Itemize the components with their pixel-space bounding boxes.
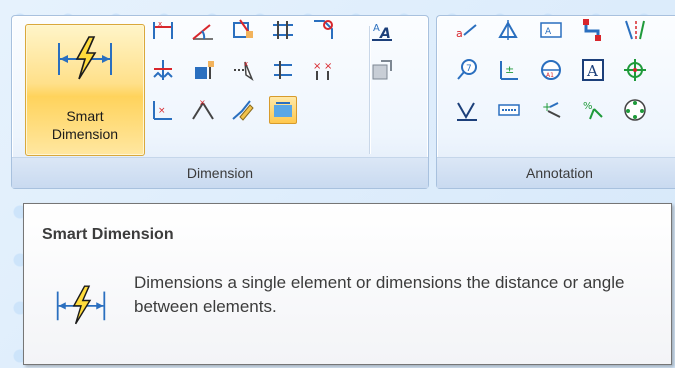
svg-text:A: A — [545, 27, 552, 37]
center-mark-icon — [624, 59, 646, 81]
svg-text:%: % — [583, 101, 593, 112]
chamfer-dimension-button[interactable] — [303, 10, 343, 50]
weld-symbol-icon — [583, 19, 601, 41]
symmetric-diameter-icon — [153, 60, 173, 80]
surface-texture-button[interactable]: A1 — [530, 50, 572, 90]
group-label-dimension: Dimension — [12, 157, 428, 188]
format-text-button[interactable] — [303, 90, 343, 130]
leader-button[interactable]: a — [446, 10, 488, 50]
symmetric-diameter-button[interactable] — [143, 50, 183, 90]
distance-between-button[interactable]: x — [143, 10, 183, 50]
weld-symbol-button[interactable] — [572, 10, 614, 50]
edge-condition-button[interactable] — [446, 90, 488, 130]
svg-text:A: A — [586, 62, 598, 80]
svg-text:7: 7 — [466, 64, 472, 74]
tooltip-title: Smart Dimension — [42, 226, 174, 243]
stack-dimension-button[interactable] — [263, 10, 303, 50]
retrieve-dimensions-button[interactable] — [362, 50, 402, 90]
balloon-icon: 7 — [457, 59, 477, 80]
dimension-style-button[interactable] — [263, 90, 303, 130]
svg-text:×: × — [199, 98, 206, 107]
angle-button[interactable]: × — [183, 90, 223, 130]
datum-target-icon: ± — [500, 61, 518, 80]
smart-dimension-icon — [58, 36, 112, 80]
angular-coordinate-icon: × — [153, 101, 172, 120]
chamfer-dimension-icon — [314, 20, 333, 39]
svg-text:×: × — [158, 106, 166, 116]
surface-texture-icon: A1 — [541, 60, 561, 80]
svg-text:a: a — [456, 27, 463, 40]
bolt-hole-icon: % — [583, 101, 603, 120]
ordinate-icon: × × — [313, 61, 332, 80]
datum-frame-icon — [498, 20, 518, 40]
text-box-button[interactable]: A — [572, 50, 614, 90]
leader-icon: a — [456, 24, 477, 40]
ordinate-button[interactable]: × × — [303, 50, 343, 90]
svg-text:x: x — [158, 20, 162, 28]
dimension-axis-icon — [274, 61, 292, 79]
svg-text:x: x — [244, 60, 248, 68]
dimension-style-icon — [269, 96, 297, 124]
smart-dimension-label: Smart Dimension — [51, 108, 119, 142]
format-text-icon — [310, 97, 336, 123]
angle-between-icon — [192, 24, 213, 40]
auto-dimension-button[interactable] — [183, 50, 223, 90]
angle-between-button[interactable] — [183, 10, 223, 50]
connector-icon: + — [542, 100, 561, 118]
centerline-icon — [625, 20, 645, 40]
svg-text:×: × — [313, 61, 321, 72]
svg-text:A: A — [373, 23, 380, 34]
feature-control-frame-button[interactable]: A — [530, 10, 572, 50]
svg-text:×: × — [324, 61, 332, 72]
connector-button[interactable]: + — [530, 90, 572, 130]
text-box-icon: A — [582, 59, 604, 81]
dimension-axis-button[interactable] — [263, 50, 303, 90]
svg-text:A1: A1 — [546, 72, 554, 79]
angular-coordinate-button[interactable]: × — [143, 90, 183, 130]
smart-dimension-tooltip: Smart Dimension Dimensions a single elem… — [23, 203, 672, 365]
callout-button[interactable] — [488, 90, 530, 130]
dimension-tools-grid: x x × × × × — [143, 10, 343, 130]
datum-target-button[interactable]: ± — [488, 50, 530, 90]
tooltip-description: Dimensions a single element or dimension… — [134, 273, 625, 316]
smart-dimension-button[interactable]: Smart Dimension — [25, 24, 145, 156]
auto-dimension-icon — [195, 61, 214, 79]
dimension-extra-tools: AA — [362, 10, 402, 90]
copy-attributes-icon — [232, 100, 254, 121]
smart-dimension-icon — [56, 285, 106, 325]
bolt-circle-icon — [624, 99, 646, 121]
retrieve-dimensions-icon — [372, 60, 392, 80]
coordinate-dimension-icon — [233, 19, 253, 38]
edge-condition-icon — [457, 102, 477, 121]
annotation-tools-grid: a A 7 ± A1 A + % — [446, 10, 656, 130]
copy-attributes-button[interactable] — [223, 90, 263, 130]
distance-between-icon: x — [153, 20, 173, 39]
coordinate-dimension-button[interactable] — [223, 10, 263, 50]
svg-text:±: ± — [505, 63, 514, 76]
center-mark-button[interactable] — [614, 50, 656, 90]
attach-dimension-button[interactable]: x — [223, 50, 263, 90]
text-style-button[interactable]: AA — [362, 10, 402, 50]
balloon-button[interactable]: 7 — [446, 50, 488, 90]
attach-dimension-icon: x — [234, 60, 254, 81]
stack-dimension-icon — [273, 21, 293, 39]
centerline-button[interactable] — [614, 10, 656, 50]
datum-frame-button[interactable] — [488, 10, 530, 50]
bolt-hole-button[interactable]: % — [572, 90, 614, 130]
angle-icon: × — [192, 98, 214, 120]
callout-icon — [498, 104, 520, 116]
feature-control-frame-icon: A — [540, 22, 562, 38]
bolt-circle-button[interactable] — [614, 90, 656, 130]
group-label-annotation: Annotation — [437, 157, 675, 188]
text-style-icon: AA — [372, 23, 392, 42]
